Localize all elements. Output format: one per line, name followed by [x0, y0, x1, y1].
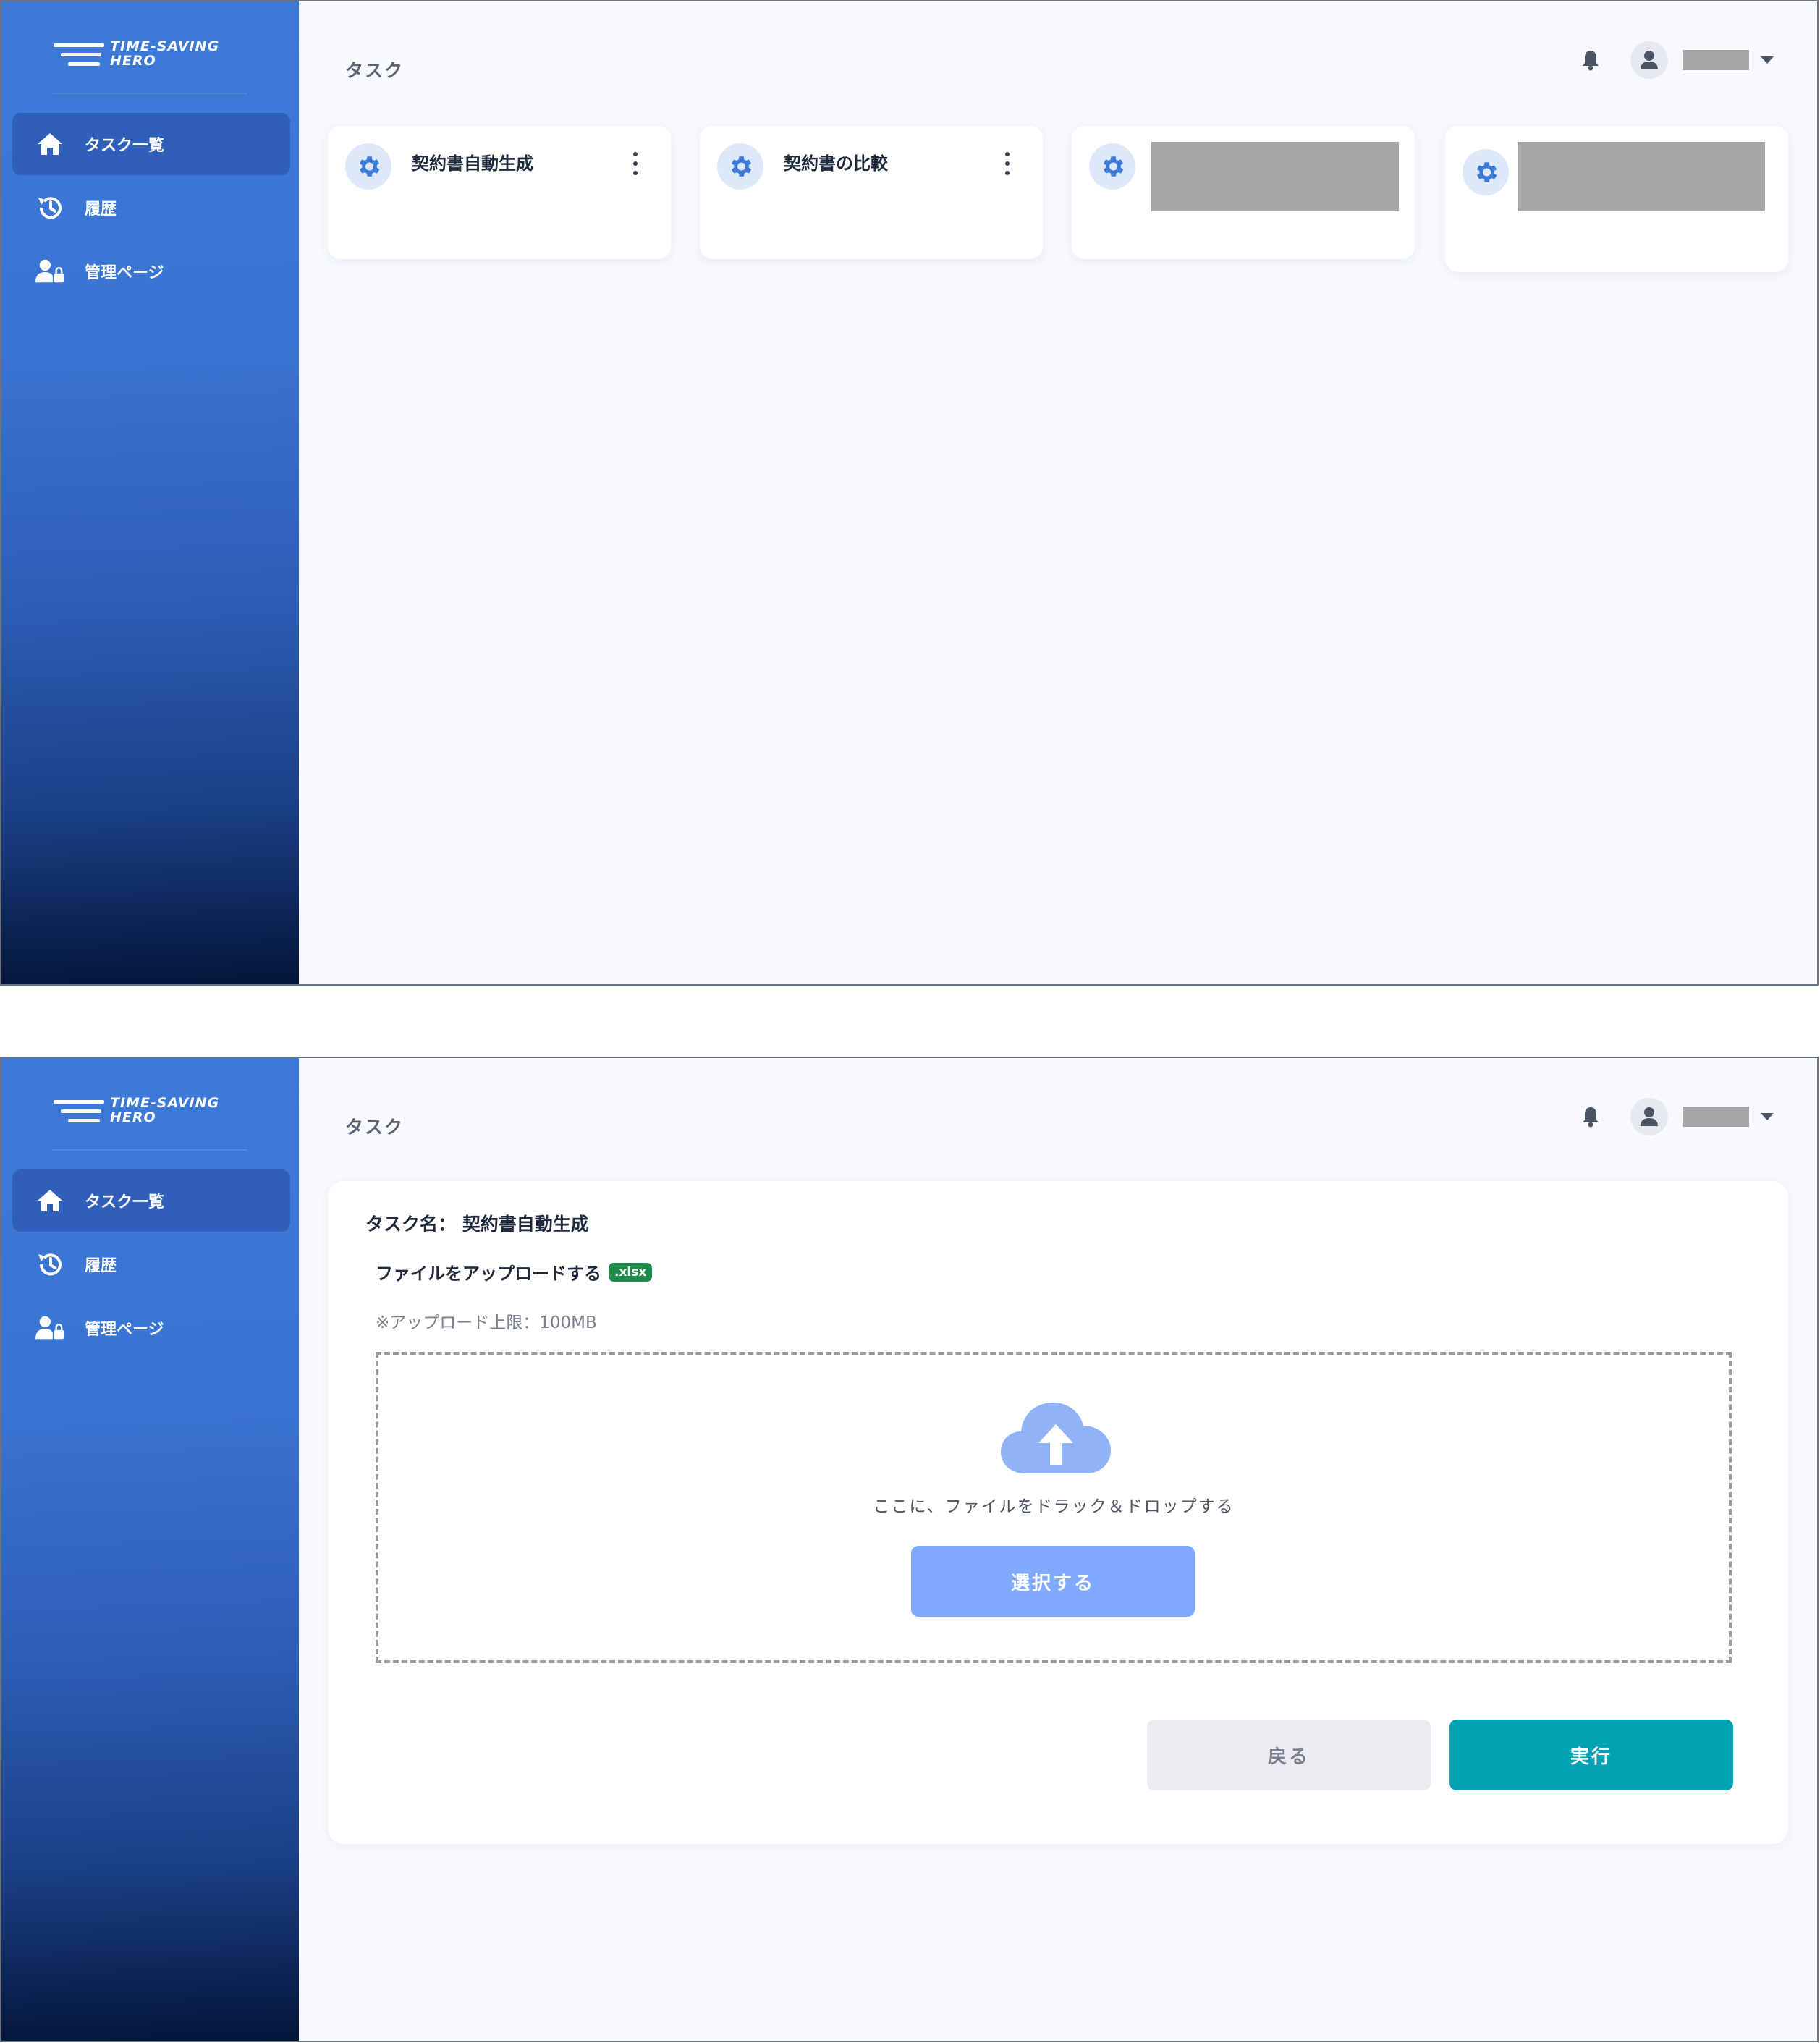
sidebar-divider [52, 1149, 247, 1151]
sidebar-nav: タスク一覧 履歴 管理ページ [12, 113, 290, 304]
sidebar-item-label: 管理ページ [85, 1321, 164, 1339]
username-redacted[interactable] [1683, 1107, 1749, 1127]
avatar[interactable] [1630, 41, 1668, 79]
sidebar-divider [52, 93, 247, 94]
task-list-screen: TIME-SAVING HERO タスク一覧 履歴 管理ページ タスク 契約書自… [0, 0, 1819, 986]
sidebar-item-label: タスク一覧 [85, 1193, 165, 1211]
task-name: タスク名： 契約書自動生成 [365, 1214, 589, 1235]
brand-name: TIME-SAVING HERO [110, 38, 220, 69]
top-bar [1580, 1098, 1774, 1135]
brand-name: TIME-SAVING HERO [110, 1095, 220, 1125]
sidebar: TIME-SAVING HERO タスク一覧 履歴 管理ページ [1, 1058, 299, 2041]
sidebar-nav: タスク一覧 履歴 管理ページ [12, 1169, 290, 1361]
file-type-badge: .xlsx [609, 1262, 653, 1282]
sidebar-item-label: 管理ページ [85, 264, 164, 282]
upload-limit-note: ※アップロード上限：100MB [376, 1314, 597, 1332]
brand-logo[interactable]: TIME-SAVING HERO [54, 1094, 271, 1130]
logo-lines-icon [54, 42, 106, 68]
home-icon [35, 130, 64, 158]
cloud-upload-icon [998, 1398, 1114, 1478]
task-card[interactable] [1445, 126, 1788, 272]
task-upload-screen: TIME-SAVING HERO タスク一覧 履歴 管理ページ タスク タスク名… [0, 1057, 1819, 2042]
gear-icon [1089, 143, 1135, 190]
task-card-title: 契約書の比較 [784, 153, 888, 174]
history-icon [35, 1250, 64, 1279]
more-vertical-icon[interactable] [632, 152, 639, 175]
username-redacted[interactable] [1683, 50, 1749, 70]
bell-icon[interactable] [1580, 48, 1601, 72]
chevron-down-icon[interactable] [1761, 1113, 1774, 1120]
select-file-button[interactable]: 選択する [911, 1546, 1195, 1617]
sidebar-item-label: 履歴 [85, 200, 117, 219]
sidebar: TIME-SAVING HERO タスク一覧 履歴 管理ページ [1, 1, 299, 984]
upload-label: ファイルをアップロードする .xlsx [376, 1259, 653, 1285]
task-card-title-redacted [1151, 142, 1399, 211]
back-button[interactable]: 戻る [1147, 1720, 1431, 1790]
run-button[interactable]: 実行 [1449, 1720, 1733, 1790]
sidebar-item-label: 履歴 [85, 1257, 117, 1275]
task-card[interactable]: 契約書自動生成 [328, 126, 671, 259]
main-content: タスク 契約書自動生成 契約書の比較 [299, 1, 1817, 984]
upload-panel: タスク名： 契約書自動生成 ファイルをアップロードする .xlsx ※アップロー… [328, 1181, 1788, 1844]
upload-label-text: ファイルをアップロードする [376, 1264, 601, 1284]
home-icon [35, 1186, 64, 1215]
avatar[interactable] [1630, 1098, 1668, 1135]
drop-instruction: ここに、ファイルをドラック＆ドロップする [873, 1497, 1235, 1516]
chevron-down-icon[interactable] [1761, 56, 1774, 64]
sidebar-item-history[interactable]: 履歴 [12, 1233, 290, 1295]
page-title: タスク [345, 60, 405, 81]
task-card[interactable] [1072, 126, 1415, 259]
page-title: タスク [345, 1117, 405, 1138]
sidebar-item-task-list[interactable]: タスク一覧 [12, 113, 290, 175]
logo-lines-icon [54, 1099, 106, 1125]
sidebar-item-label: タスク一覧 [85, 137, 165, 155]
gear-icon [717, 143, 763, 190]
file-dropzone[interactable]: ここに、ファイルをドラック＆ドロップする 選択する [376, 1352, 1732, 1663]
sidebar-item-admin[interactable]: 管理ページ [12, 1297, 290, 1359]
more-vertical-icon[interactable] [1004, 152, 1011, 175]
bell-icon[interactable] [1580, 1105, 1601, 1128]
task-card-title: 契約書自動生成 [412, 153, 533, 174]
sidebar-item-history[interactable]: 履歴 [12, 177, 290, 239]
gear-icon [345, 143, 391, 190]
task-card[interactable]: 契約書の比較 [700, 126, 1043, 259]
brand-logo[interactable]: TIME-SAVING HERO [54, 38, 271, 74]
sidebar-item-task-list[interactable]: タスク一覧 [12, 1169, 290, 1232]
sidebar-item-admin[interactable]: 管理ページ [12, 240, 290, 303]
main-content: タスク タスク名： 契約書自動生成 ファイルをアップロードする .xlsx ※ア… [299, 1058, 1817, 2041]
history-icon [35, 193, 64, 222]
admin-user-lock-icon [35, 257, 64, 286]
gear-icon [1463, 149, 1509, 195]
top-bar [1580, 41, 1774, 79]
admin-user-lock-icon [35, 1314, 64, 1342]
task-card-title-redacted [1518, 142, 1765, 211]
